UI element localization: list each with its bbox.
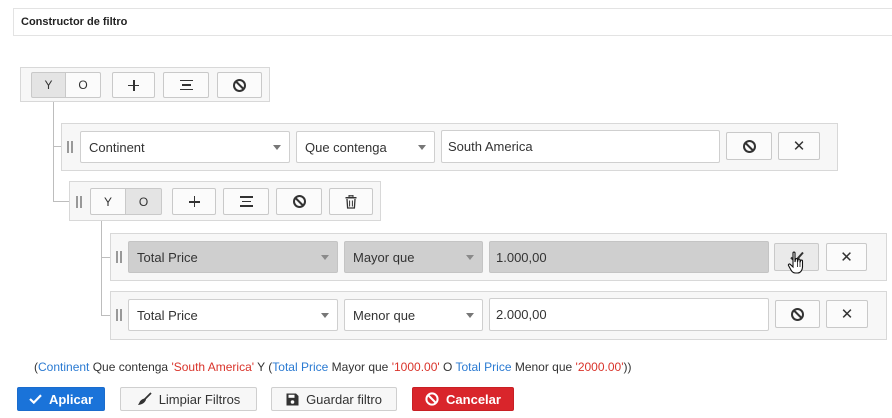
- rule-continent-remove-button[interactable]: ✕: [778, 132, 820, 160]
- hand-cursor-icon: [787, 251, 804, 274]
- nested-add-rule-button[interactable]: [172, 188, 216, 215]
- root-or-toggle[interactable]: O: [66, 72, 101, 98]
- rule-price-less-field-select[interactable]: Total Price: [128, 299, 338, 331]
- ban-icon: [425, 392, 439, 406]
- rule-price-less-value-input[interactable]: 2.000,00: [489, 298, 769, 331]
- close-icon: ✕: [792, 137, 806, 155]
- nested-or-toggle[interactable]: O: [126, 188, 162, 215]
- rule-price-greater-value-input[interactable]: 1.000,00: [489, 241, 769, 273]
- root-disable-button[interactable]: [217, 72, 262, 98]
- rule-continent-value-input[interactable]: South America: [441, 130, 720, 163]
- nested-and-toggle[interactable]: Y: [90, 188, 126, 215]
- tree-connector: [53, 201, 70, 202]
- close-icon: ✕: [840, 248, 853, 266]
- tree-connector: [53, 101, 54, 201]
- clear-filters-button[interactable]: Limpiar Filtros: [120, 387, 257, 411]
- save-filter-button[interactable]: Guardar filtro: [271, 387, 397, 411]
- trash-icon: [345, 194, 357, 209]
- cancel-button[interactable]: Cancelar: [412, 387, 514, 411]
- tree-connector: [101, 257, 110, 258]
- drag-handle-icon[interactable]: [67, 141, 73, 153]
- rule-continent-disable-button[interactable]: [726, 132, 772, 160]
- drag-handle-icon[interactable]: [116, 309, 122, 321]
- plus-icon: [128, 79, 139, 91]
- ban-icon: [292, 195, 306, 208]
- chevron-down-icon: [418, 145, 426, 150]
- chevron-down-icon: [466, 313, 474, 318]
- ban-icon: [791, 307, 804, 321]
- close-icon: ✕: [840, 305, 854, 323]
- drag-handle-icon[interactable]: [116, 251, 122, 263]
- drag-handle-icon[interactable]: [76, 196, 82, 208]
- rule-continent-operator-select[interactable]: Que contenga: [296, 131, 435, 163]
- align-lines-icon: [179, 79, 193, 91]
- rule-price-greater-remove-button[interactable]: ✕: [826, 243, 867, 271]
- tree-connector: [101, 315, 110, 316]
- chevron-down-icon: [466, 255, 474, 260]
- panel-title: Constructor de filtro: [21, 16, 128, 28]
- ban-icon: [233, 78, 246, 92]
- rule-price-greater-operator-select[interactable]: Mayor que: [344, 241, 483, 273]
- panel-header: Constructor de filtro: [13, 8, 892, 36]
- filter-expression: (Continent Que contenga 'South America' …: [34, 360, 632, 374]
- ban-icon: [742, 139, 756, 153]
- apply-button[interactable]: Aplicar: [17, 387, 105, 411]
- chevron-down-icon: [321, 255, 329, 260]
- rule-price-less-operator-select[interactable]: Menor que: [344, 299, 483, 331]
- chevron-down-icon: [321, 313, 329, 318]
- rule-price-less-remove-button[interactable]: ✕: [826, 300, 868, 328]
- root-and-toggle[interactable]: Y: [31, 72, 66, 98]
- plus-icon: [188, 196, 200, 207]
- rule-price-greater-field-select[interactable]: Total Price: [128, 241, 338, 273]
- nested-delete-button[interactable]: [329, 188, 373, 215]
- tree-connector: [101, 219, 102, 315]
- align-lines-icon: [239, 196, 253, 207]
- nested-add-group-button[interactable]: [223, 188, 269, 215]
- chevron-down-icon: [273, 145, 281, 150]
- save-icon: [286, 393, 299, 405]
- root-add-group-button[interactable]: [163, 72, 209, 98]
- rule-continent-field-select[interactable]: Continent: [80, 131, 290, 163]
- check-icon: [29, 394, 42, 404]
- rule-price-less-disable-button[interactable]: [775, 300, 820, 328]
- root-add-rule-button[interactable]: [112, 72, 155, 98]
- nested-disable-button[interactable]: [276, 188, 322, 215]
- broom-icon: [137, 392, 152, 405]
